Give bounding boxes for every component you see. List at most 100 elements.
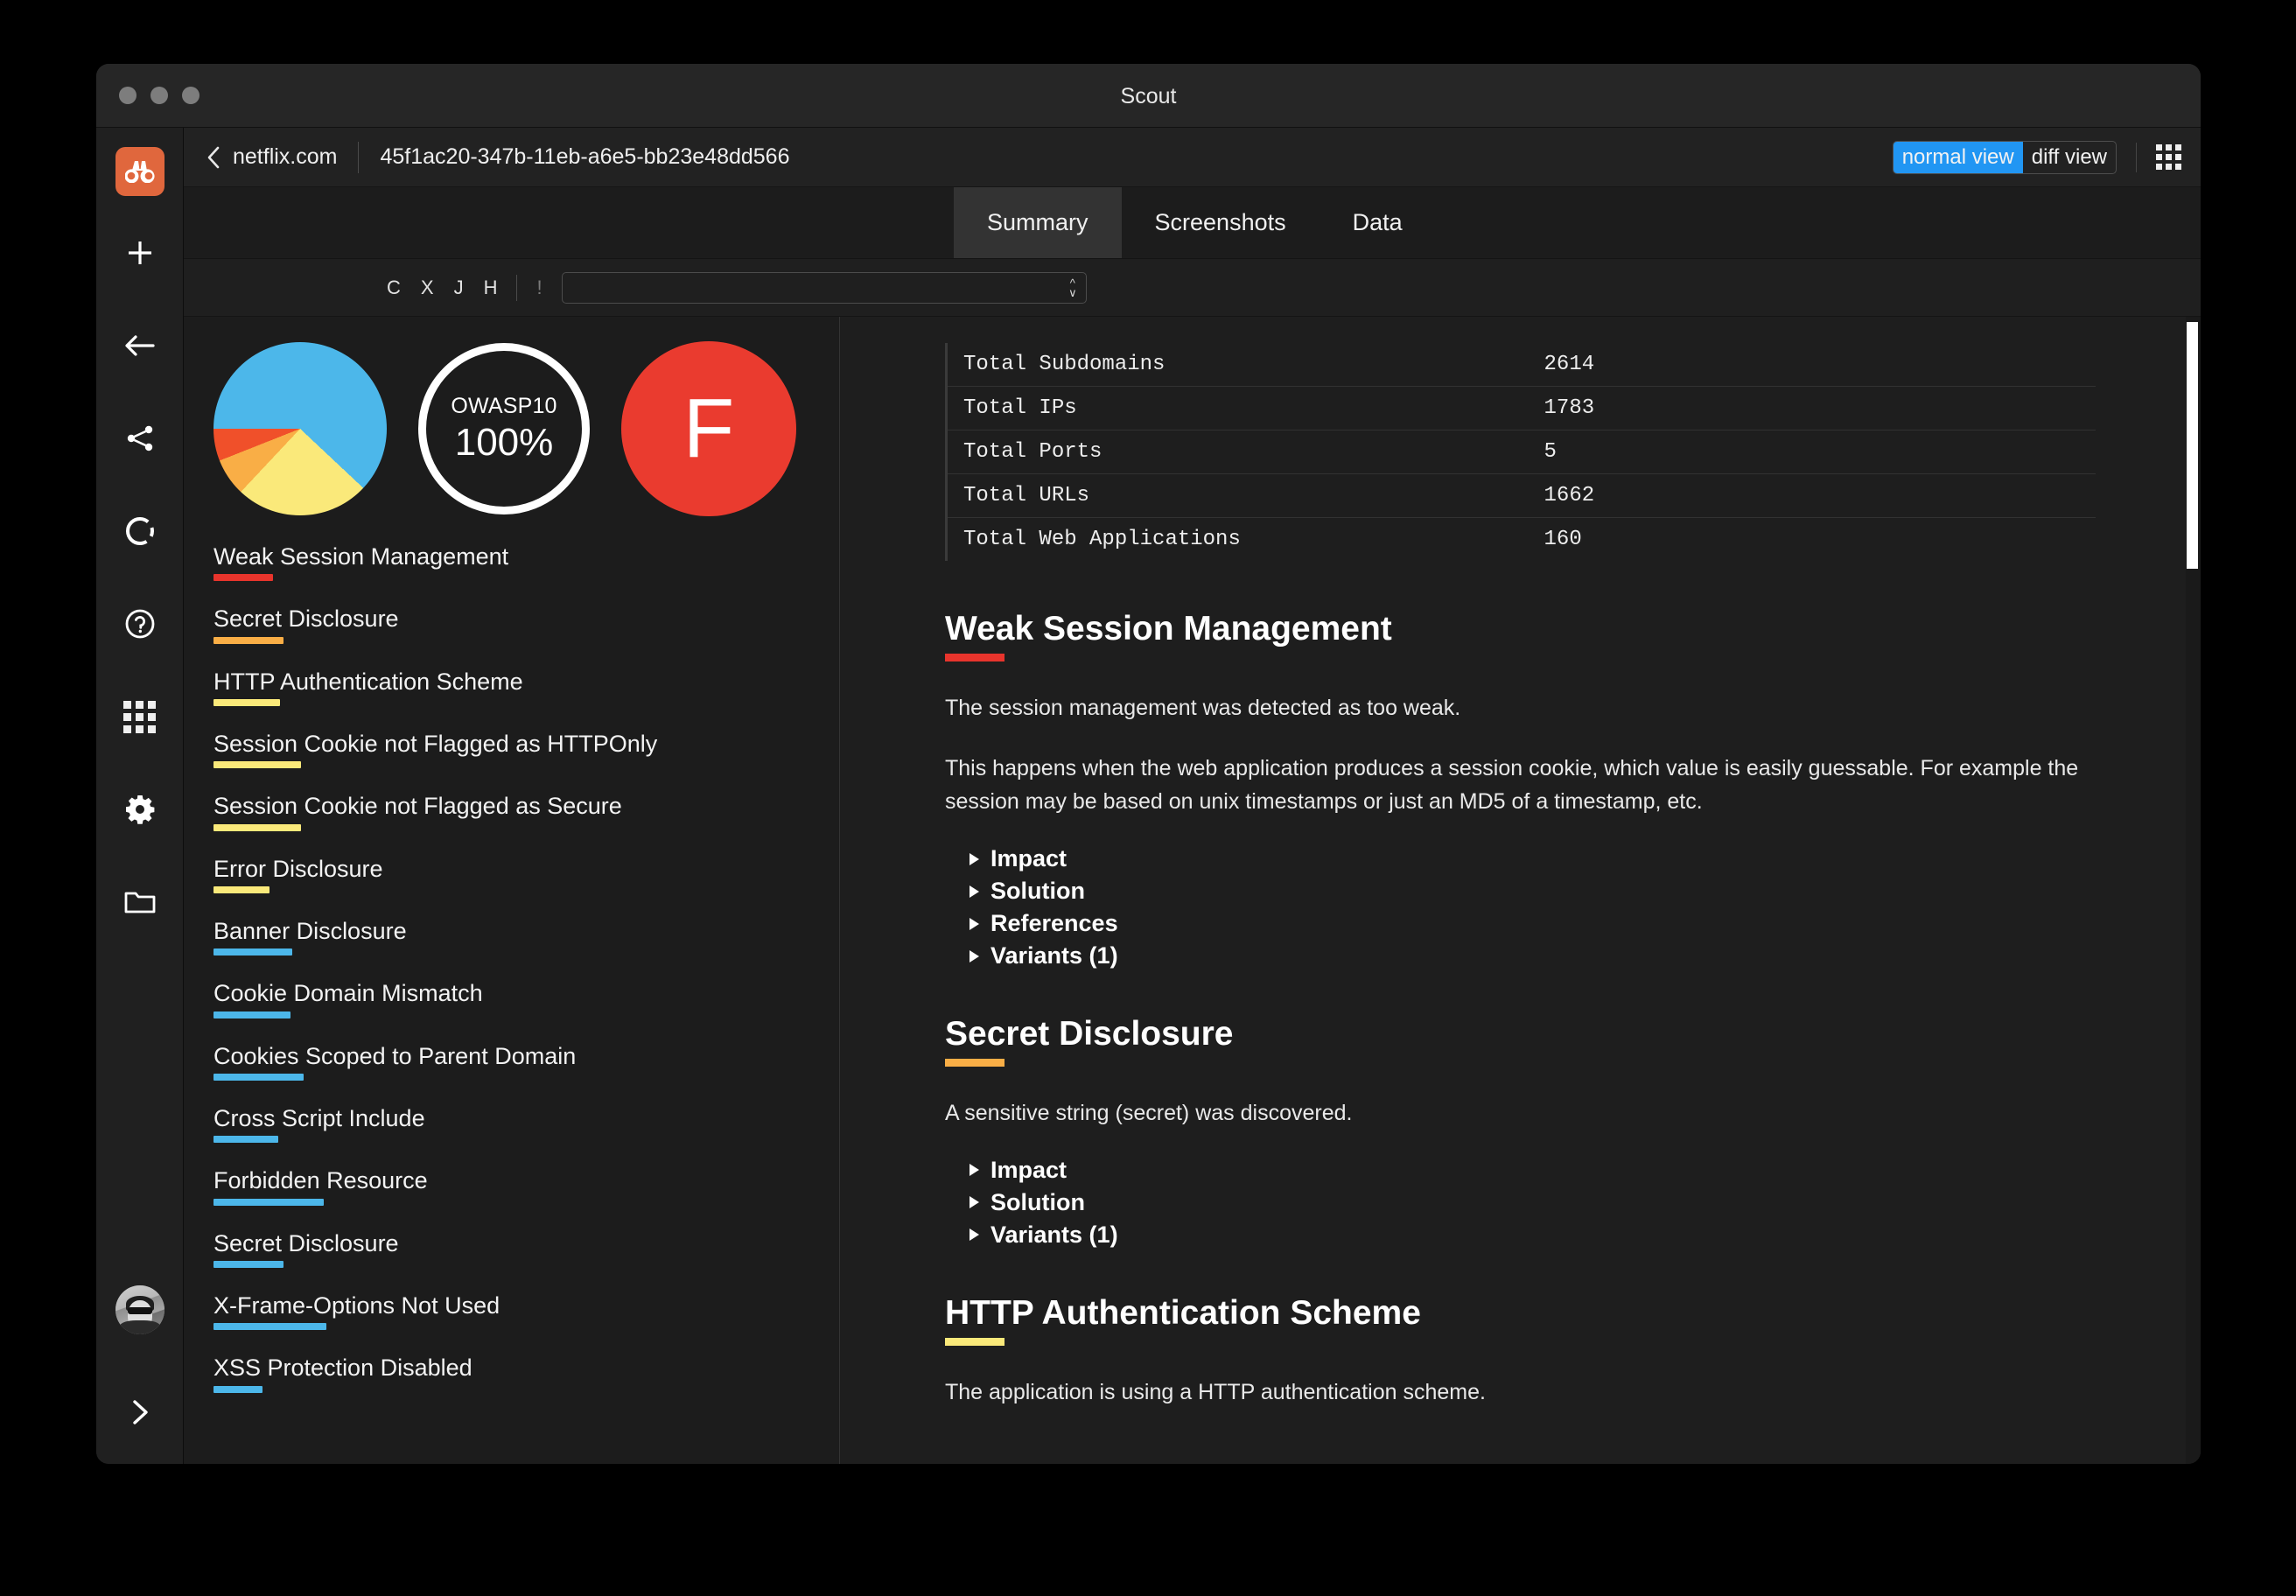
stat-value: 2614 <box>1544 343 2096 387</box>
tab-data[interactable]: Data <box>1320 187 1436 258</box>
collapsible-row[interactable]: Variants (1) <box>970 942 2096 970</box>
collapsible-row[interactable]: References <box>970 910 2096 937</box>
triangle-right-icon <box>970 853 979 865</box>
finding-item[interactable]: Secret Disclosure <box>214 1231 839 1268</box>
collapsible-group: Impact Solution Variants (1) <box>970 1157 2096 1249</box>
table-row: Total Ports5 <box>947 430 2096 474</box>
finding-label: Forbidden Resource <box>214 1168 428 1193</box>
severity-bar <box>214 948 292 956</box>
collapsible-label: Impact <box>990 1157 1067 1184</box>
collapsible-row[interactable]: Variants (1) <box>970 1222 2096 1249</box>
scorecards: OWASP10 100% F <box>184 341 839 516</box>
section-title: Weak Session Management <box>945 612 1392 648</box>
finding-item[interactable]: Cookies Scoped to Parent Domain <box>214 1044 839 1081</box>
severity-bar <box>214 1261 284 1268</box>
triangle-right-icon <box>970 886 979 898</box>
finding-item[interactable]: X-Frame-Options Not Used <box>214 1293 839 1330</box>
format-toggle-j[interactable]: J <box>454 276 464 299</box>
severity-bar <box>214 1074 304 1081</box>
format-toggle-x[interactable]: X <box>421 276 434 299</box>
breadcrumb-bar: netflix.com 45f1ac20-347b-11eb-a6e5-bb23… <box>184 128 2201 187</box>
share-icon[interactable] <box>113 411 167 466</box>
finding-item[interactable]: HTTP Authentication Scheme <box>214 669 839 706</box>
finding-label: Secret Disclosure <box>214 606 399 631</box>
collapsible-label: Variants (1) <box>990 942 1118 970</box>
section-title: HTTP Authentication Scheme <box>945 1296 1421 1332</box>
breadcrumb-domain[interactable]: netflix.com <box>233 144 337 170</box>
finding-label: Error Disclosure <box>214 857 383 881</box>
detail-panel: Total Subdomains2614Total IPs1783Total P… <box>840 317 2201 1464</box>
window-titlebar: Scout <box>96 64 2201 128</box>
severity-pie-chart <box>214 342 387 515</box>
finding-item[interactable]: Banner Disclosure <box>214 919 839 956</box>
finding-section: Secret DisclosureA sensitive string (sec… <box>945 1017 2096 1249</box>
stat-label: Total URLs <box>947 474 1544 518</box>
collapsible-row[interactable]: Solution <box>970 1189 2096 1216</box>
collapsible-label: Solution <box>990 1189 1085 1216</box>
finding-item[interactable]: Cookie Domain Mismatch <box>214 981 839 1018</box>
stat-value: 5 <box>1544 430 2096 474</box>
sidebar-rail <box>96 128 184 1464</box>
format-toggles[interactable]: C X J H <box>387 276 497 299</box>
section-paragraph: The session management was detected as t… <box>945 691 2082 725</box>
summary-sidebar: OWASP10 100% F Weak Session Management Se… <box>184 317 840 1464</box>
finding-item[interactable]: Weak Session Management <box>214 544 839 581</box>
scrollbar-thumb[interactable] <box>2187 322 2198 569</box>
severity-bar <box>214 699 280 706</box>
normal-view-button[interactable]: normal view <box>1894 142 2023 173</box>
collapsible-label: Solution <box>990 878 1085 905</box>
breadcrumb-divider <box>358 142 359 173</box>
finding-item[interactable]: Secret Disclosure <box>214 606 839 643</box>
plus-icon[interactable] <box>113 226 167 280</box>
severity-bar <box>214 1199 324 1206</box>
collapsible-group: Impact Solution References Variants (1) <box>970 845 2096 970</box>
alert-marker-icon[interactable]: ! <box>536 276 542 299</box>
tab-summary[interactable]: Summary <box>954 187 1122 258</box>
finding-section: Weak Session Management The session manag… <box>945 612 2096 970</box>
stat-value: 1783 <box>1544 387 2096 430</box>
triangle-right-icon <box>970 1164 979 1176</box>
chevron-right-icon[interactable] <box>113 1385 167 1439</box>
findings-detail-sections: Weak Session Management The session manag… <box>945 612 2096 1410</box>
finding-item[interactable]: Session Cookie not Flagged as HTTPOnly <box>214 732 839 768</box>
avatar[interactable] <box>116 1285 164 1334</box>
owasp-percent: 100% <box>455 421 554 465</box>
stat-label: Total Subdomains <box>947 343 1544 387</box>
grid-view-icon[interactable] <box>2156 144 2181 170</box>
diff-view-button[interactable]: diff view <box>2023 142 2116 173</box>
finding-item[interactable]: Forbidden Resource <box>214 1168 839 1205</box>
table-row: Total Subdomains2614 <box>947 343 2096 387</box>
finding-item[interactable]: Cross Script Include <box>214 1106 839 1143</box>
window-title: Scout <box>96 84 2201 109</box>
filter-select[interactable]: ^∨ <box>562 272 1087 304</box>
view-mode-toggle[interactable]: normal view diff view <box>1893 141 2117 174</box>
folder-icon[interactable] <box>113 875 167 929</box>
binoculars-icon[interactable] <box>116 147 164 196</box>
format-toggle-h[interactable]: H <box>484 276 498 299</box>
refresh-donut-icon[interactable] <box>113 504 167 558</box>
finding-label: Secret Disclosure <box>214 1231 399 1256</box>
help-circle-icon[interactable] <box>113 597 167 651</box>
gear-icon[interactable] <box>113 782 167 836</box>
arrow-left-icon[interactable] <box>113 318 167 373</box>
collapsible-row[interactable]: Impact <box>970 845 2096 872</box>
tab-screenshots[interactable]: Screenshots <box>1122 187 1320 258</box>
collapsible-row[interactable]: Solution <box>970 878 2096 905</box>
severity-bar <box>214 1136 278 1143</box>
collapsible-row[interactable]: Impact <box>970 1157 2096 1184</box>
collapsible-label: Impact <box>990 845 1067 872</box>
finding-item[interactable]: XSS Protection Disabled <box>214 1355 839 1392</box>
scrollbar-track[interactable] <box>2186 317 2201 1464</box>
table-row: Total URLs1662 <box>947 474 2096 518</box>
chevron-left-icon[interactable] <box>206 145 221 170</box>
finding-label: Cookies Scoped to Parent Domain <box>214 1044 576 1068</box>
section-severity-bar <box>945 1059 1004 1067</box>
finding-item[interactable]: Session Cookie not Flagged as Secure <box>214 794 839 830</box>
grid-apps-icon[interactable] <box>113 690 167 744</box>
severity-bar <box>214 824 301 831</box>
format-toggle-c[interactable]: C <box>387 276 401 299</box>
finding-item[interactable]: Error Disclosure <box>214 857 839 893</box>
stats-table: Total Subdomains2614Total IPs1783Total P… <box>945 343 2096 561</box>
finding-label: HTTP Authentication Scheme <box>214 669 523 694</box>
table-row: Total Web Applications160 <box>947 518 2096 562</box>
